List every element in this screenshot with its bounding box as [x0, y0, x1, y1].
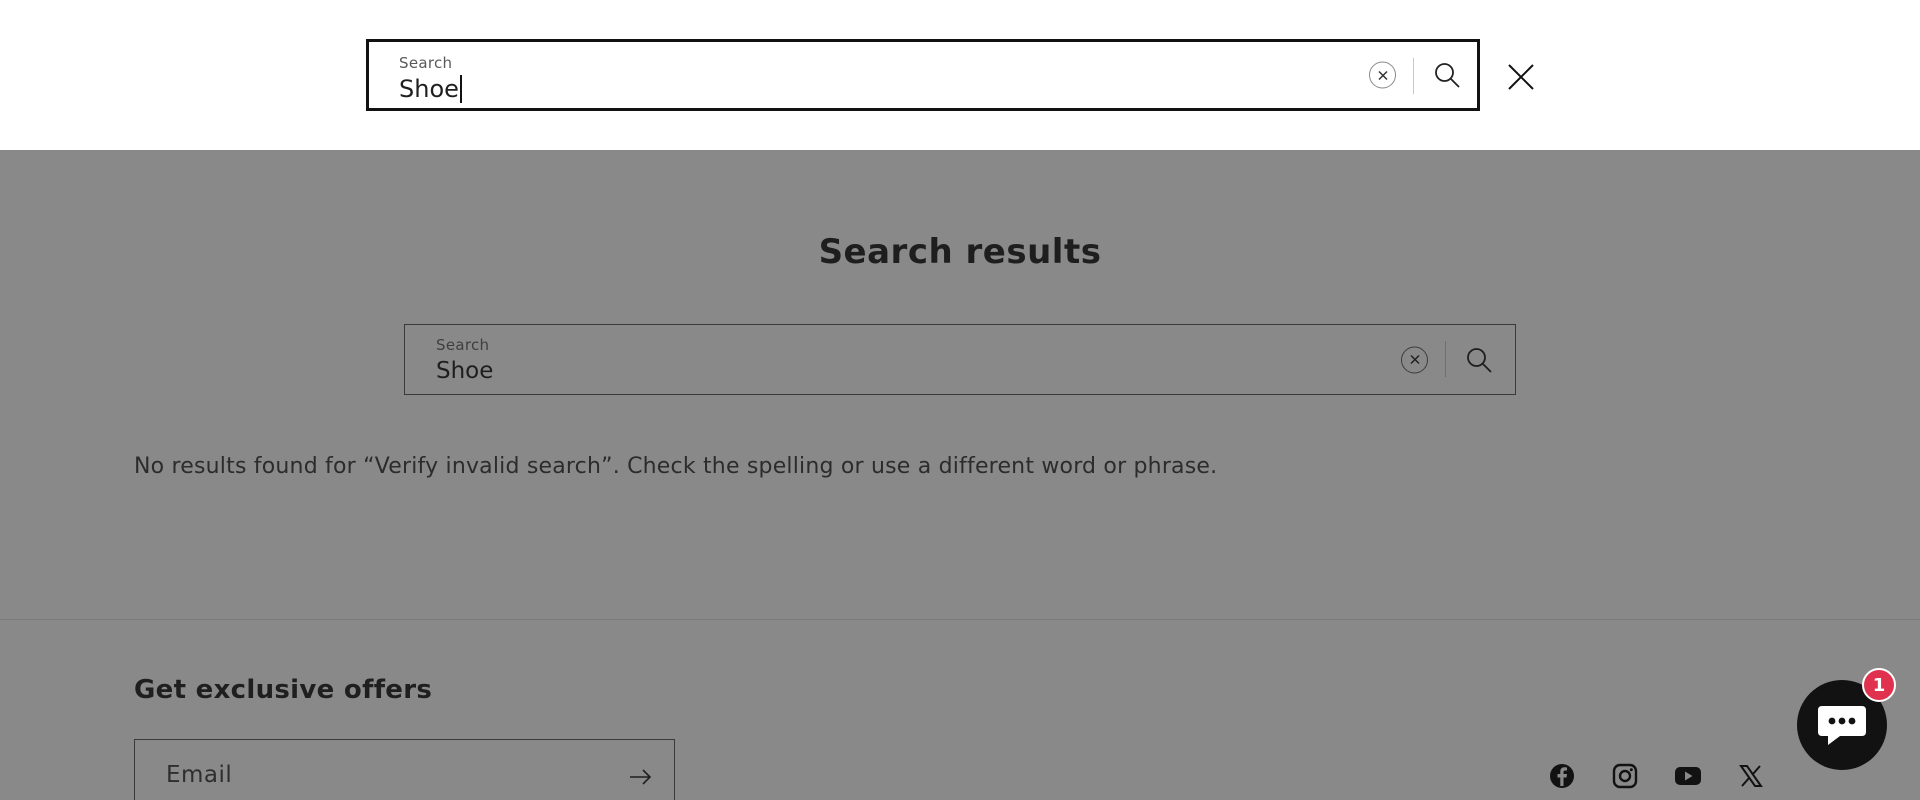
newsletter-email-field[interactable]: Email: [134, 739, 675, 800]
facebook-link[interactable]: [1548, 762, 1576, 790]
newsletter-heading: Get exclusive offers: [134, 675, 433, 705]
page-title: Search results: [818, 232, 1102, 272]
search-submit-button[interactable]: [1429, 57, 1465, 93]
facebook-icon: [1550, 764, 1574, 788]
close-circle-icon: [1377, 70, 1388, 80]
search-icon: [1435, 63, 1460, 88]
email-placeholder: Email: [166, 762, 233, 788]
predictive-search-header: Search Shoe: [0, 0, 1920, 150]
chat-notification-badge: 1: [1862, 668, 1896, 702]
arrow-right-icon: [630, 769, 652, 785]
search-icon: [1467, 347, 1492, 373]
x-icon: [1739, 765, 1763, 787]
x-link[interactable]: [1737, 762, 1765, 790]
clear-search-button[interactable]: [1401, 346, 1428, 373]
clear-search-button[interactable]: [1369, 61, 1396, 89]
header-search-input[interactable]: Shoe: [399, 75, 462, 103]
header-search-field[interactable]: Search Shoe: [366, 39, 1480, 111]
search-input-value: Shoe: [399, 75, 459, 103]
search-submit-button[interactable]: [1461, 342, 1497, 378]
close-icon: [1508, 64, 1534, 90]
main-search-field[interactable]: Search Shoe: [404, 324, 1516, 395]
instagram-link[interactable]: [1611, 762, 1639, 790]
footer-divider: [0, 619, 1920, 620]
text-caret: [459, 75, 462, 103]
search-field-label: Search: [399, 54, 453, 72]
youtube-icon: [1675, 767, 1701, 785]
field-divider: [1413, 58, 1414, 94]
close-circle-icon: [1409, 354, 1420, 365]
field-divider: [1445, 341, 1446, 377]
newsletter-submit-button[interactable]: [623, 759, 659, 795]
close-search-button[interactable]: [1500, 56, 1542, 98]
instagram-icon: [1612, 763, 1638, 789]
chat-icon: [1818, 706, 1866, 745]
main-search-input[interactable]: Shoe: [436, 358, 493, 384]
youtube-link[interactable]: [1674, 762, 1702, 790]
search-field-label: Search: [436, 336, 490, 354]
no-results-message: No results found for “Verify invalid sea…: [134, 454, 1218, 479]
social-links: [1548, 762, 1765, 790]
